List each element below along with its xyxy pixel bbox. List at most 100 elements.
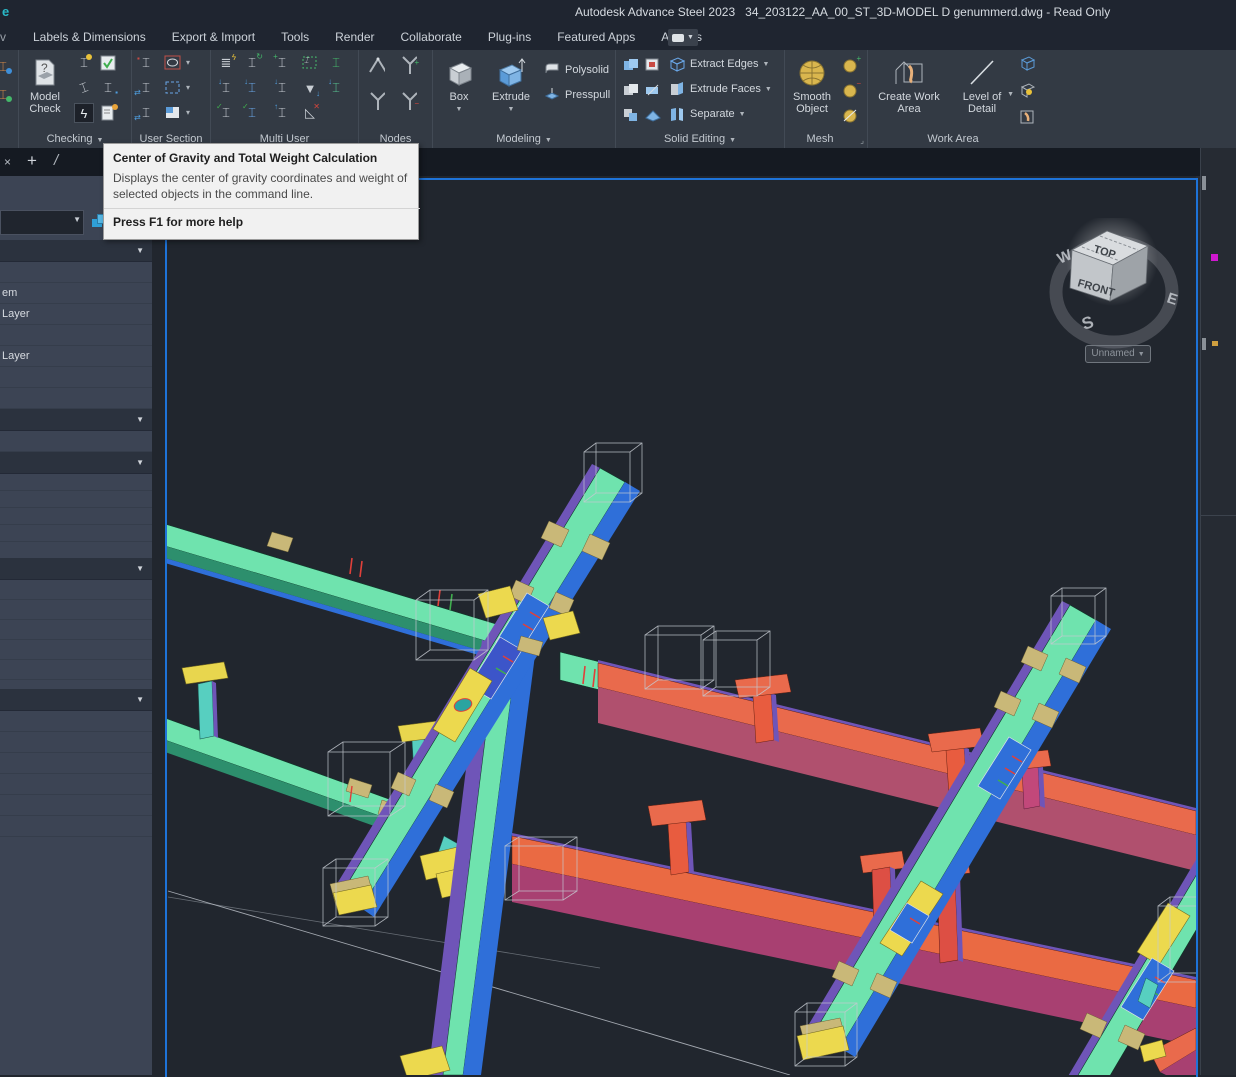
subtract-icon[interactable] — [644, 56, 662, 74]
property-row[interactable] — [0, 600, 152, 620]
property-row[interactable] — [0, 816, 152, 837]
beam-green-upper-left[interactable] — [164, 523, 517, 666]
property-row[interactable] — [0, 640, 152, 660]
ribbon-tab-collaborate[interactable]: Collaborate — [387, 25, 474, 50]
create-work-area-button[interactable]: Create Work Area — [878, 52, 940, 115]
mesh-remove-icon[interactable]: − — [841, 79, 861, 99]
property-section-header[interactable]: ▼ — [0, 452, 152, 474]
panel-label-checking[interactable]: Checking — [47, 133, 93, 145]
beam-marked-icon[interactable]: ⌶ — [301, 54, 319, 72]
beam-bolt-icon[interactable]: ⌶ — [75, 54, 93, 72]
wedge-icon[interactable] — [644, 106, 662, 124]
property-row[interactable] — [0, 508, 152, 525]
level-of-detail-button[interactable]: Level of Detail ▼ — [954, 52, 1014, 115]
ribbon-tab-labels-dimensions[interactable]: Labels & Dimensions — [20, 25, 159, 50]
beam-home-icon[interactable]: ⌶ ▪ — [99, 79, 118, 97]
viewcube-view-name-dropdown[interactable]: Unnamed ▼ — [1085, 345, 1151, 363]
beam-partial-icon-2[interactable]: ⌶ — [0, 86, 12, 104]
property-row[interactable] — [0, 367, 152, 388]
property-filter-combobox[interactable]: ▼ — [0, 210, 84, 235]
panel-label-solid-editing[interactable]: Solid Editing — [664, 133, 725, 145]
property-row[interactable]: Layer — [0, 304, 152, 325]
beam-take-icon[interactable]: ⌶ ↓ — [243, 77, 261, 97]
ribbon-tab-tools[interactable]: Tools — [268, 25, 322, 50]
approval-check-icon[interactable] — [99, 54, 117, 72]
property-row[interactable] — [0, 732, 152, 753]
workarea-partial-icon[interactable] — [1018, 81, 1036, 99]
truss-node-icon[interactable] — [367, 56, 385, 74]
property-row[interactable] — [0, 711, 152, 732]
property-row[interactable] — [0, 388, 152, 409]
workarea-element-icon[interactable] — [1018, 108, 1036, 126]
extrude-faces-button[interactable]: Extrude Faces ▼ — [668, 77, 772, 101]
scrollbar-thumb[interactable] — [1202, 338, 1206, 350]
panel-label-modeling[interactable]: Modeling — [496, 133, 541, 145]
property-row[interactable] — [0, 620, 152, 640]
workarea-cube-icon[interactable] — [1018, 54, 1036, 72]
beam-add-icon[interactable]: ⌶ + — [273, 52, 291, 72]
property-row[interactable] — [0, 431, 152, 452]
property-row[interactable] — [0, 753, 152, 774]
ribbon-tab-plugins[interactable]: Plug-ins — [475, 25, 544, 50]
beam-partial-icon-1[interactable]: ⌶ — [0, 58, 12, 76]
ribbon-tab-featured-apps[interactable]: Featured Apps — [544, 25, 648, 50]
beam-funnel-icon[interactable]: ▼ ↓ — [301, 79, 320, 99]
property-section-header[interactable]: ▼ — [0, 558, 152, 580]
separate-button[interactable]: Separate ▼ — [668, 102, 746, 126]
mesh-crease-icon[interactable] — [841, 106, 859, 124]
beam-commit-icon[interactable]: ⌶ ↓ — [327, 77, 345, 97]
branch-minus-icon[interactable]: − — [399, 92, 419, 110]
mesh-add-icon[interactable]: + — [841, 54, 861, 74]
extrude-button[interactable]: Extrude ▼ — [487, 52, 535, 116]
model-check-button[interactable]: ? Model Check — [22, 52, 68, 115]
property-section-header[interactable]: ▼ — [0, 409, 152, 431]
property-row[interactable] — [0, 774, 152, 795]
panel-label-mesh[interactable]: Mesh — [807, 133, 834, 145]
smooth-object-button[interactable]: Smooth Object — [787, 52, 837, 115]
shell-icon[interactable] — [622, 106, 640, 124]
property-row[interactable] — [0, 660, 152, 680]
beam-approve-icon[interactable]: ⌶ ✓ — [216, 102, 235, 122]
beam-red-upper[interactable] — [559, 651, 1196, 871]
box-button[interactable]: Box ▼ — [437, 52, 481, 116]
property-row[interactable] — [0, 525, 152, 542]
extract-edges-button[interactable]: Extract Edges ▼ — [668, 52, 769, 76]
property-row[interactable] — [0, 262, 152, 283]
property-section-header[interactable]: ▼ — [0, 240, 152, 262]
intersect-icon[interactable] — [622, 81, 640, 99]
slice-icon[interactable] — [644, 81, 662, 99]
beam-green-icon[interactable]: ⌶ — [327, 54, 345, 72]
property-row[interactable]: Layer — [0, 346, 152, 367]
ribbon-tab-export-import[interactable]: Export & Import — [159, 25, 268, 50]
ribbon-tab-render[interactable]: Render — [322, 25, 387, 50]
filled-section-icon[interactable]: ▾ — [164, 104, 190, 122]
presspull-button[interactable]: Presspull — [543, 83, 610, 107]
branch-icon[interactable] — [367, 92, 385, 110]
beam-release-icon[interactable]: ⌶ ↑ — [273, 102, 291, 122]
property-row[interactable]: em — [0, 283, 152, 304]
beam-approve2-icon[interactable]: ⌶ ✓ — [242, 102, 261, 122]
union-icon[interactable] — [622, 56, 640, 74]
scrollbar-thumb[interactable] — [1202, 176, 1206, 190]
property-row[interactable] — [0, 580, 152, 600]
property-row[interactable] — [0, 795, 152, 816]
property-section-header[interactable]: ▼ — [0, 689, 152, 711]
section-profile-icon[interactable]: ⌶ ▪ — [137, 54, 155, 72]
branch-plus-icon[interactable]: + — [399, 56, 419, 74]
panel-label-work-area[interactable]: Work Area — [927, 133, 978, 145]
beam-reject-icon[interactable]: ◺ ✕ — [301, 102, 320, 122]
section-export-icon[interactable]: ⌶ ⇄ — [134, 104, 155, 122]
section-database-icon[interactable]: ⌶ ⇄ — [134, 79, 155, 97]
audit-report-icon[interactable] — [99, 104, 118, 122]
right-gutter[interactable] — [1200, 148, 1236, 1075]
ellipse-section-icon[interactable]: ▾ — [164, 54, 190, 72]
ribbon-tab-partial[interactable]: v — [0, 30, 6, 44]
new-drawing-tab-button[interactable]: + — [27, 151, 37, 171]
element-sync-icon[interactable]: ⌶ ↻ — [243, 52, 263, 72]
rectangle-section-icon[interactable]: ▾ — [164, 79, 190, 97]
center-of-gravity-icon[interactable]: ϟ — [74, 103, 94, 123]
ribbon-display-toggle[interactable]: ▼ — [668, 29, 698, 46]
property-row[interactable] — [0, 491, 152, 508]
drawing-tab-close-icon[interactable]: × — [4, 155, 11, 169]
property-row[interactable] — [0, 474, 152, 491]
